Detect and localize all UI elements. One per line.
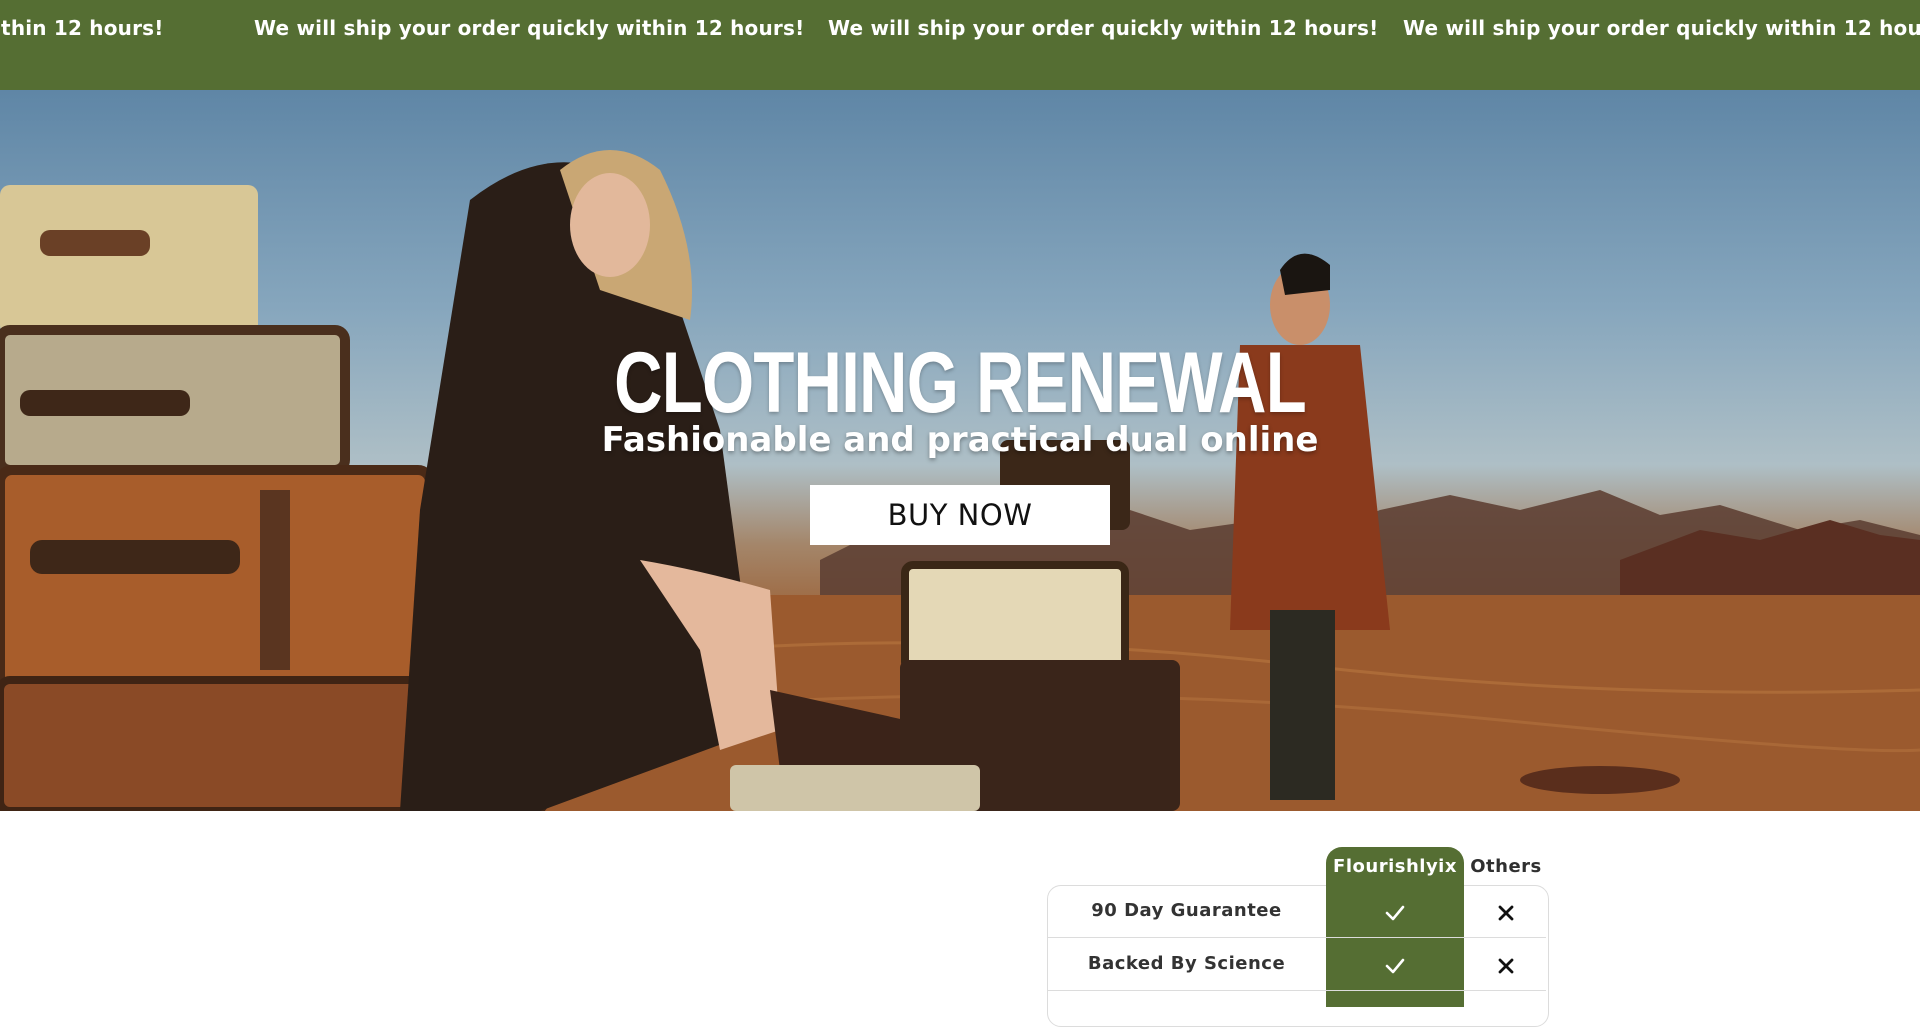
brand-column-header: Flourishlyix: [1333, 856, 1457, 877]
announcement-bar: ithin 12 hours! We will ship your order …: [0, 0, 1920, 90]
check-icon: [1385, 905, 1405, 921]
hero-banner: CLOTHING RENEWAL Fashionable and practic…: [0, 90, 1920, 811]
announcement-message: We will ship your order quickly within 1…: [1403, 16, 1920, 40]
others-column-header: Others: [1470, 856, 1542, 877]
row-label-guarantee: 90 Day Guarantee: [1091, 900, 1282, 921]
x-icon: [1498, 905, 1514, 921]
row-divider: [1048, 990, 1546, 991]
announcement-message: We will ship your order quickly within 1…: [254, 16, 805, 40]
x-icon: [1498, 958, 1514, 974]
announcement-message: We will ship your order quickly within 1…: [828, 16, 1379, 40]
comparison-section: Flourishlyix Others 90 Day Guarantee Bac…: [0, 811, 1920, 1027]
hero-title: CLOTHING RENEWAL: [614, 335, 1307, 431]
row-divider: [1048, 937, 1546, 938]
announcement-message: ithin 12 hours!: [0, 16, 164, 40]
check-icon: [1385, 958, 1405, 974]
hero-subtitle: Fashionable and practical dual online: [601, 420, 1319, 460]
row-label-science: Backed By Science: [1087, 953, 1286, 974]
buy-now-button[interactable]: BUY NOW: [810, 485, 1110, 545]
